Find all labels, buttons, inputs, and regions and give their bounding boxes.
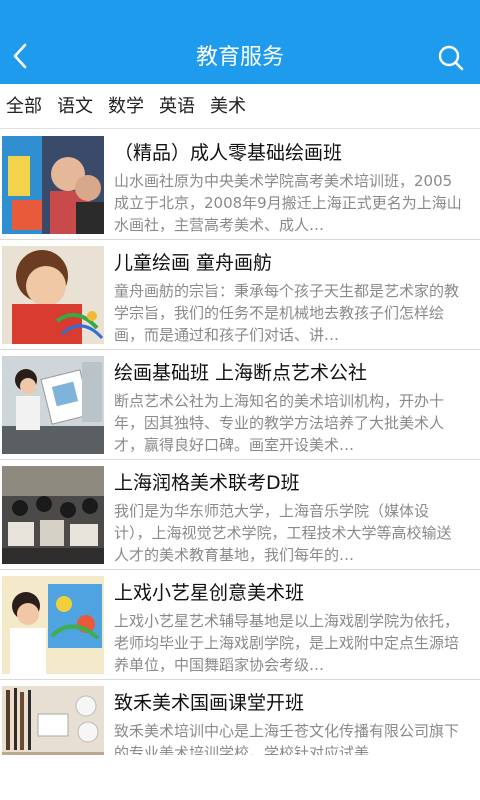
course-description: 上戏小艺星艺术辅导基地是以上海戏剧学院为依托，老师均毕业于上海戏剧学院，是上戏附… <box>114 612 460 674</box>
course-title: 致禾美术国画课堂开班 <box>114 692 305 714</box>
course-title: （精品）成人零基础绘画班 <box>114 142 343 164</box>
course-description: 童舟画舫的宗旨：秉承每个孩子天生都是艺术家的教学宗旨，我们的任务不是机械地去教孩… <box>114 282 460 344</box>
course-thumbnail <box>2 246 104 344</box>
course-thumbnail <box>2 136 104 234</box>
bottom-spacer <box>0 755 480 800</box>
course-list: （精品）成人零基础绘画班 山水画社原为中央美术学院高考美术培训班，2005成立于… <box>0 130 480 755</box>
category-tabs: 全部 语文 数学 英语 美术 <box>0 84 480 129</box>
list-item[interactable]: 上海润格美术联考D班 我们是为华东师范大学，上海音乐学院（媒体设计），上海视觉艺… <box>0 460 480 570</box>
course-description: 断点艺术公社为上海知名的美术培训机构，开办十年，因其独特、专业的教学方法培养了大… <box>114 392 445 454</box>
tab-art[interactable]: 美术 <box>210 84 246 129</box>
course-thumbnail <box>2 576 104 674</box>
course-title: 绘画基础班 上海断点艺术公社 <box>114 362 368 384</box>
course-description: 致禾美术培训中心是上海壬苍文化传播有限公司旗下的专业美术培训学校。学校针对应试美… <box>114 722 460 755</box>
list-item[interactable]: （精品）成人零基础绘画班 山水画社原为中央美术学院高考美术培训班，2005成立于… <box>0 130 480 240</box>
tab-chinese[interactable]: 语文 <box>57 84 93 129</box>
course-thumbnail <box>2 356 104 454</box>
tab-english[interactable]: 英语 <box>159 84 195 129</box>
course-title: 上海润格美术联考D班 <box>114 472 300 494</box>
search-button[interactable] <box>430 38 472 78</box>
list-item[interactable]: 儿童绘画 童舟画舫 童舟画舫的宗旨：秉承每个孩子天生都是艺术家的教学宗旨，我们的… <box>0 240 480 350</box>
course-description: 我们是为华东师范大学，上海音乐学院（媒体设计），上海视觉艺术学院，工程技术大学等… <box>114 502 452 564</box>
course-thumbnail <box>2 686 104 755</box>
tab-math[interactable]: 数学 <box>108 84 144 129</box>
list-item[interactable]: 上戏小艺星创意美术班 上戏小艺星艺术辅导基地是以上海戏剧学院为依托，老师均毕业于… <box>0 570 480 680</box>
list-item[interactable]: 致禾美术国画课堂开班 致禾美术培训中心是上海壬苍文化传播有限公司旗下的专业美术培… <box>0 680 480 755</box>
course-title: 上戏小艺星创意美术班 <box>114 582 305 604</box>
search-icon <box>438 45 464 71</box>
course-description: 山水画社原为中央美术学院高考美术培训班，2005成立于北京，2008年9月搬迁上… <box>114 172 462 234</box>
tab-all[interactable]: 全部 <box>6 84 42 129</box>
list-item[interactable]: 绘画基础班 上海断点艺术公社 断点艺术公社为上海知名的美术培训机构，开办十年，因… <box>0 350 480 460</box>
top-app-bar: 教育服务 <box>0 0 480 84</box>
page-title: 教育服务 <box>195 45 284 70</box>
course-title: 儿童绘画 童舟画舫 <box>114 252 273 274</box>
course-thumbnail <box>2 466 104 564</box>
